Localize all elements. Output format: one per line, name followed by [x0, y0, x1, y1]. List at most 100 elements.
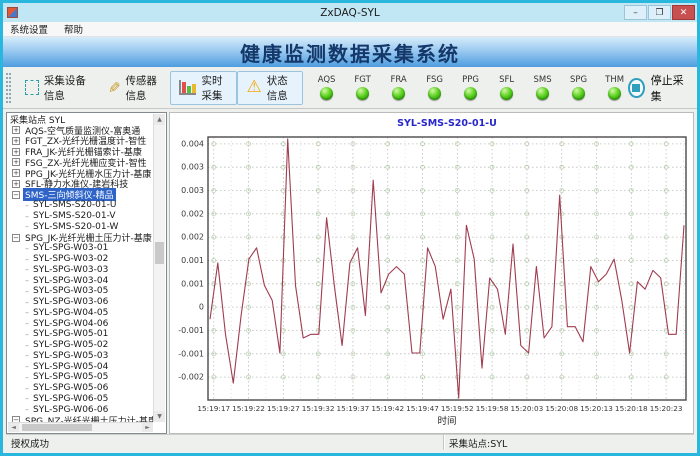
scroll-up-icon[interactable]: ▲	[154, 114, 165, 125]
banner: 健康监测数据采集系统	[3, 37, 697, 67]
x-axis-tick-label: 15:19:47	[406, 404, 439, 413]
vscroll-thumb[interactable]	[155, 242, 164, 264]
tree-sensor-item[interactable]: SYL-SPG-W06-05	[8, 394, 153, 405]
main-content: 采集站点 SYL+AQS-空气质量监测仪-富奥通+FGT_ZX-光纤光栅温度计-…	[6, 112, 694, 434]
tree-item-label: SYL-SPG-W03-03	[31, 265, 110, 275]
expand-icon[interactable]: +	[12, 180, 20, 188]
tree-sensor-item[interactable]: SYL-SPG-W03-06	[8, 297, 153, 308]
tree-item-label: SYL-SPG-W05-04	[31, 362, 110, 372]
collapse-icon[interactable]: −	[12, 191, 20, 199]
sensor-pen-icon: ✎	[108, 79, 121, 97]
stop-acquisition-button[interactable]: 停止采集	[628, 72, 685, 104]
tree-item-label: SYL-SPG-W06-05	[31, 394, 110, 404]
toolbar-button-device-info[interactable]: 采集设备信息	[16, 71, 99, 105]
y-axis-tick-label: 0.003	[181, 186, 204, 195]
app-window: ZxDAQ-SYL – ❐ ✕ 系统设置 帮助 健康监测数据采集系统 采集设备信…	[0, 0, 700, 456]
y-axis-tick-label: -0.001	[178, 349, 204, 358]
maximize-button[interactable]: ❐	[648, 5, 671, 20]
title-bar: ZxDAQ-SYL – ❐ ✕	[3, 3, 697, 22]
toolbar-button-sensor-info[interactable]: ✎传感器信息	[99, 71, 171, 105]
tree-group-item[interactable]: −SMS-三向倾斜仪-精品	[8, 189, 153, 200]
chart-data-line	[210, 139, 684, 398]
tree-sensor-item[interactable]: SYL-SPG-W03-01	[8, 243, 153, 254]
y-axis-tick-label: 0.002	[181, 233, 204, 242]
scroll-right-icon[interactable]: ►	[142, 423, 153, 432]
scroll-down-icon[interactable]: ▼	[154, 411, 165, 422]
led-label: FSG	[426, 75, 443, 85]
led-label: SFL	[499, 75, 514, 85]
status-auth-text: 授权成功	[6, 436, 443, 450]
hscroll-thumb[interactable]	[22, 424, 92, 431]
tree-sensor-item[interactable]: SYL-SPG-W03-04	[8, 275, 153, 286]
tree-sensor-item[interactable]: SYL-SMS-S20-01-V	[8, 211, 153, 222]
led-green-icon	[464, 87, 477, 100]
tree-sensor-item[interactable]: SYL-SPG-W05-01	[8, 329, 153, 340]
tree-item-label: SYL-SPG-W04-05	[31, 308, 110, 318]
x-axis-tick-label: 15:20:03	[511, 404, 544, 413]
toolbar-button-status-info[interactable]: ⚠状态信息	[237, 71, 303, 105]
sensor-tree-panel: 采集站点 SYL+AQS-空气质量监测仪-富奥通+FGT_ZX-光纤光栅温度计-…	[6, 112, 167, 434]
tree-horizontal-scrollbar[interactable]: ◄ ►	[8, 422, 153, 432]
device-list-icon	[25, 80, 39, 95]
stop-label: 停止采集	[651, 72, 685, 104]
tree-group-item[interactable]: −SPG_NZ-光纤光栅土压力计-基康	[8, 415, 153, 422]
tree-item-label: SYL-SPG-W05-02	[31, 340, 110, 350]
expand-icon[interactable]: +	[12, 158, 20, 166]
tree-sensor-item[interactable]: SYL-SPG-W05-03	[8, 351, 153, 362]
tree-item-label: SYL-SPG-W05-05	[31, 372, 110, 382]
y-axis-tick-label: 0	[199, 303, 204, 312]
banner-title: 健康监测数据采集系统	[240, 38, 460, 67]
tree-sensor-item[interactable]: SYL-SPG-W03-02	[8, 254, 153, 265]
close-button[interactable]: ✕	[672, 5, 695, 20]
toolbar-grip	[6, 73, 11, 103]
tree-item-label: SYL-SPG-W03-06	[31, 297, 110, 307]
collapse-icon[interactable]: −	[12, 234, 20, 242]
menu-item-help[interactable]: 帮助	[64, 22, 83, 36]
tree-item-label: SPG_NZ-光纤光栅土压力计-基康	[23, 414, 153, 422]
line-chart: SYL-SMS-S20-01-U0.0040.0030.0030.0020.00…	[170, 113, 693, 434]
x-axis-tick-label: 15:19:52	[441, 404, 474, 413]
led-green-icon	[356, 87, 369, 100]
scroll-left-icon[interactable]: ◄	[8, 423, 19, 432]
minimize-button[interactable]: –	[624, 5, 647, 20]
expand-icon[interactable]: +	[12, 137, 20, 145]
tree-sensor-item[interactable]: SYL-SPG-W03-03	[8, 265, 153, 276]
toolbar-button-label: 实时采集	[201, 73, 228, 103]
tree-item-label: SYL-SPG-W03-01	[31, 243, 110, 253]
tree-sensor-item[interactable]: SYL-SPG-W03-05	[8, 286, 153, 297]
led-green-icon	[500, 87, 513, 100]
expand-icon[interactable]: +	[12, 148, 20, 156]
expand-icon[interactable]: +	[12, 169, 20, 177]
tree-sensor-item[interactable]: SYL-SPG-W05-06	[8, 383, 153, 394]
tree-sensor-item[interactable]: SYL-SMS-S20-01-U	[8, 200, 153, 211]
y-axis-tick-label: 0.002	[181, 209, 204, 218]
y-axis-tick-label: 0.001	[181, 256, 204, 265]
tree-sensor-item[interactable]: SYL-SPG-W05-05	[8, 372, 153, 383]
tree-vertical-scrollbar[interactable]: ▲ ▼	[153, 114, 165, 422]
tree-item-label: SYL-SPG-W04-06	[31, 319, 110, 329]
led-indicator-sms: SMS	[529, 75, 556, 100]
led-indicator-fsg: FSG	[421, 75, 448, 100]
tree-item-label: SYL-SPG-W05-06	[31, 383, 110, 393]
menu-item-system-settings[interactable]: 系统设置	[10, 22, 48, 36]
toolbar-buttons: 采集设备信息✎传感器信息 实时采集 ⚠状态信息	[16, 71, 303, 105]
led-green-icon	[320, 87, 333, 100]
x-axis-tick-label: 15:20:18	[615, 404, 648, 413]
led-green-icon	[428, 87, 441, 100]
y-axis-tick-label: -0.001	[178, 326, 204, 335]
tree-sensor-item[interactable]: SYL-SPG-W05-02	[8, 340, 153, 351]
x-axis-tick-label: 15:20:23	[650, 404, 683, 413]
tree-item-label: SPG_JK-光纤光栅土压力计-基康	[23, 231, 153, 244]
y-axis-tick-label: 0.004	[181, 139, 204, 148]
tree-sensor-item[interactable]: SYL-SPG-W04-05	[8, 308, 153, 319]
tree-sensor-item[interactable]: SYL-SPG-W05-04	[8, 361, 153, 372]
led-indicator-aqs: AQS	[313, 75, 340, 100]
tree-group-item[interactable]: −SPG_JK-光纤光栅土压力计-基康	[8, 232, 153, 243]
status-site-text: 采集站点:SYL	[444, 436, 507, 450]
toolbar-button-realtime[interactable]: 实时采集	[170, 71, 237, 105]
x-axis-tick-label: 15:19:58	[476, 404, 509, 413]
x-axis-tick-label: 15:20:13	[580, 404, 613, 413]
led-label: SPG	[570, 75, 587, 85]
expand-icon[interactable]: +	[12, 126, 20, 134]
tree-sensor-item[interactable]: SYL-SPG-W04-06	[8, 318, 153, 329]
